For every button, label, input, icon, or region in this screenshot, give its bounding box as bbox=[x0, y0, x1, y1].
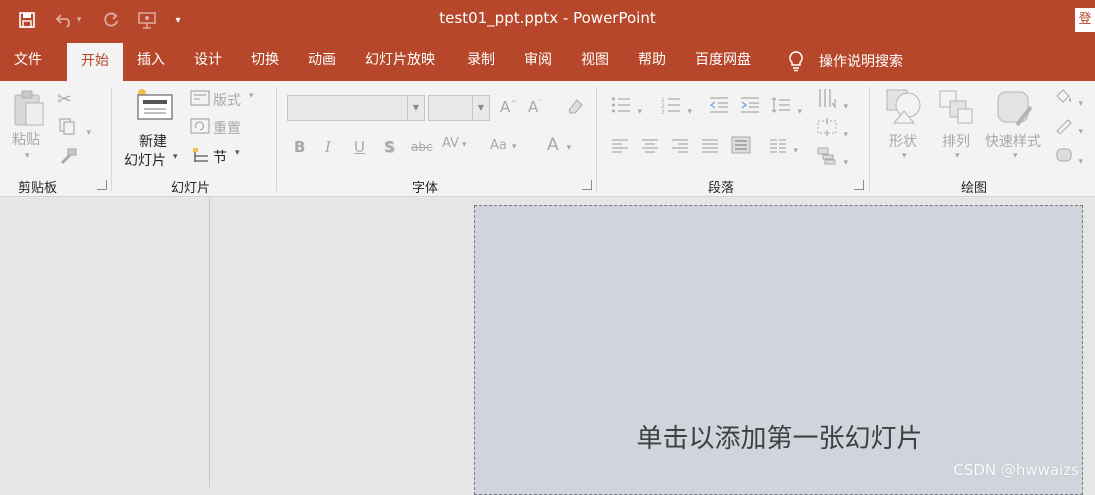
reset-label[interactable]: 重置 bbox=[213, 118, 241, 138]
layout-dropdown-icon[interactable]: ▾ bbox=[249, 91, 254, 101]
justify-icon[interactable] bbox=[701, 139, 719, 157]
paste-label: 粘贴 bbox=[12, 132, 40, 148]
reset-icon[interactable] bbox=[190, 118, 210, 138]
tab-design[interactable]: 设计 bbox=[194, 40, 222, 81]
new-slide-label-line2: 幻灯片 bbox=[124, 153, 166, 169]
arrange-icon[interactable] bbox=[938, 89, 974, 129]
bullets-icon[interactable]: ▾ bbox=[611, 96, 642, 118]
tab-view[interactable]: 视图 bbox=[581, 40, 609, 81]
convert-to-smartart-icon[interactable]: ▾ bbox=[817, 147, 848, 169]
decrease-indent-icon[interactable] bbox=[709, 96, 729, 118]
tab-file[interactable]: 文件 bbox=[14, 40, 42, 81]
copy-icon[interactable]: ▾ bbox=[58, 117, 91, 139]
shapes-dropdown-icon[interactable]: ▾ bbox=[902, 151, 907, 161]
section-dropdown-icon[interactable]: ▾ bbox=[235, 148, 240, 158]
watermark: CSDN @hwwaizs bbox=[953, 461, 1079, 479]
group-separator bbox=[111, 87, 112, 191]
shape-effects-icon[interactable]: ▾ bbox=[1054, 146, 1083, 168]
lightbulb-icon bbox=[789, 50, 803, 71]
italic-icon[interactable]: I bbox=[325, 138, 331, 156]
text-shadow-icon[interactable]: S bbox=[384, 138, 395, 156]
clipboard-dialog-launcher[interactable] bbox=[97, 180, 107, 190]
tab-baidu-netdisk[interactable]: 百度网盘 bbox=[695, 40, 751, 81]
align-text-icon[interactable]: ▾ bbox=[817, 117, 848, 141]
bold-icon[interactable]: B bbox=[294, 138, 305, 156]
arrange-dropdown-icon[interactable]: ▾ bbox=[955, 151, 960, 161]
character-spacing-icon[interactable]: AV ▾ bbox=[442, 136, 467, 151]
tab-help[interactable]: 帮助 bbox=[638, 40, 666, 81]
section-icon[interactable] bbox=[192, 147, 210, 167]
text-direction-icon[interactable]: ▾ bbox=[817, 87, 848, 113]
clipboard-group-label: 剪贴板 bbox=[18, 181, 58, 196]
workspace: 单击以添加第一张幻灯片 CSDN @hwwaizs bbox=[0, 197, 1095, 495]
align-center-icon[interactable] bbox=[641, 139, 659, 157]
svg-text:3: 3 bbox=[661, 109, 665, 114]
clear-formatting-icon[interactable] bbox=[565, 96, 585, 120]
layout-label[interactable]: 版式 bbox=[213, 90, 241, 110]
paste-dropdown-icon[interactable]: ▾ bbox=[25, 151, 30, 161]
format-painter-icon[interactable] bbox=[58, 147, 78, 169]
distributed-icon[interactable] bbox=[731, 136, 751, 158]
add-first-slide-placeholder[interactable]: 单击以添加第一张幻灯片 bbox=[475, 418, 1084, 455]
drawing-group-label: 绘图 bbox=[961, 181, 988, 196]
arrange-label: 排列 bbox=[942, 134, 970, 150]
tab-slideshow[interactable]: 幻灯片放映 bbox=[365, 40, 435, 81]
tab-transitions[interactable]: 切换 bbox=[251, 40, 279, 81]
new-slide-icon[interactable] bbox=[134, 87, 174, 125]
layout-icon[interactable] bbox=[190, 90, 210, 110]
quick-styles-label: 快速样式 bbox=[985, 134, 1041, 150]
tell-me-search[interactable]: 操作说明搜索 bbox=[786, 40, 903, 81]
shape-outline-icon[interactable]: ▾ bbox=[1054, 116, 1083, 138]
font-color-icon[interactable]: A ▾ bbox=[547, 135, 571, 155]
group-separator bbox=[276, 87, 277, 191]
increase-font-size-icon[interactable]: A^ bbox=[500, 98, 517, 116]
section-label[interactable]: 节 bbox=[213, 147, 227, 167]
slides-group-label: 幻灯片 bbox=[171, 181, 211, 196]
align-right-icon[interactable] bbox=[671, 139, 689, 157]
shapes-label: 形状 bbox=[889, 134, 917, 150]
tab-insert[interactable]: 插入 bbox=[137, 40, 165, 81]
font-size-dropdown-icon[interactable]: ▼ bbox=[472, 96, 489, 120]
ribbon-home: 粘贴 ▾ ✂ ▾ 剪贴板 新建 幻灯片 ▾ 版式 ▾ 重置 节 ▾ 幻灯片 ▼ … bbox=[0, 81, 1095, 197]
font-name-combo[interactable]: ▼ bbox=[287, 95, 425, 121]
columns-icon[interactable]: ▾ bbox=[769, 139, 798, 157]
quick-styles-dropdown-icon[interactable]: ▾ bbox=[1013, 151, 1018, 161]
paragraph-group-label: 段落 bbox=[708, 181, 735, 196]
paragraph-dialog-launcher[interactable] bbox=[854, 180, 864, 190]
new-slide-label-line1: 新建 bbox=[139, 134, 167, 150]
strikethrough-icon[interactable]: abc bbox=[411, 140, 433, 154]
change-case-icon[interactable]: Aa ▾ bbox=[490, 138, 516, 153]
font-name-dropdown-icon[interactable]: ▼ bbox=[407, 96, 424, 120]
cut-icon[interactable]: ✂ bbox=[57, 89, 72, 110]
font-size-combo[interactable]: ▼ bbox=[428, 95, 490, 121]
quick-styles-icon[interactable] bbox=[995, 89, 1035, 131]
line-spacing-icon[interactable]: ▾ bbox=[771, 96, 802, 118]
shapes-icon[interactable] bbox=[884, 87, 924, 131]
title-bar: ▾ ▾ test01_ppt.pptx - PowerPoint 登 bbox=[0, 0, 1095, 40]
underline-icon[interactable]: U bbox=[354, 138, 365, 156]
tab-home[interactable]: 开始 bbox=[67, 43, 123, 81]
ribbon-tab-bar: 文件 开始 插入 设计 切换 动画 幻灯片放映 录制 审阅 视图 帮助 百度网盘… bbox=[0, 40, 1095, 81]
slide-editing-area[interactable]: 单击以添加第一张幻灯片 bbox=[474, 205, 1083, 495]
numbering-icon[interactable]: 123 ▾ bbox=[661, 96, 692, 118]
tab-review[interactable]: 审阅 bbox=[524, 40, 552, 81]
font-group-label: 字体 bbox=[412, 181, 439, 196]
align-left-icon[interactable] bbox=[611, 139, 629, 157]
decrease-font-size-icon[interactable]: Aˇ bbox=[528, 98, 542, 116]
group-separator bbox=[869, 87, 870, 191]
paste-icon[interactable] bbox=[12, 89, 46, 131]
font-dialog-launcher[interactable] bbox=[582, 180, 592, 190]
tell-me-label: 操作说明搜索 bbox=[819, 53, 903, 70]
increase-indent-icon[interactable] bbox=[740, 96, 760, 118]
shape-fill-icon[interactable]: ▾ bbox=[1054, 88, 1083, 110]
slide-thumbnail-pane[interactable] bbox=[0, 197, 210, 487]
tab-record[interactable]: 录制 bbox=[467, 40, 495, 81]
login-button[interactable]: 登 bbox=[1075, 8, 1095, 32]
window-title: test01_ppt.pptx - PowerPoint bbox=[439, 9, 656, 27]
group-separator bbox=[596, 87, 597, 191]
tab-animations[interactable]: 动画 bbox=[308, 40, 336, 81]
new-slide-dropdown-icon[interactable]: ▾ bbox=[173, 152, 178, 162]
